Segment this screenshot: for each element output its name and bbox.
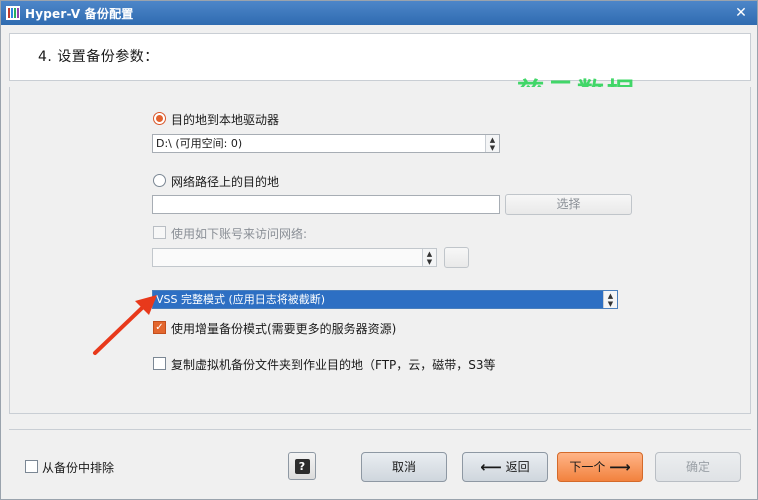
account-browse-button[interactable] (444, 247, 469, 268)
exclude-checkbox[interactable] (25, 460, 38, 473)
cancel-button[interactable]: 取消 (361, 452, 447, 482)
help-icon: ? (294, 459, 310, 474)
exclude-label: 从备份中排除 (42, 461, 115, 475)
footer-divider (9, 429, 751, 430)
local-drive-select[interactable]: D:\ (可用空间: 0) ▲ ▼ (152, 134, 500, 153)
step-title: 4. 设置备份参数： (38, 49, 159, 65)
next-button[interactable]: 下一个 ⟶ (557, 452, 643, 482)
vss-mode-select[interactable]: VSS 完整模式 (应用日志将被截断) ▲ ▼ (152, 290, 618, 309)
arrow-right-icon: ⟶ (609, 458, 631, 476)
select-path-button[interactable]: 选择 (505, 194, 632, 215)
backup-config-window: Hyper-V 备份配置 ✕ 4. 设置备份参数： 慈云数据 目的地到本地驱动器… (0, 0, 758, 500)
account-select[interactable]: ▲ ▼ (152, 248, 437, 267)
use-account-label: 使用如下账号来访问网络: (171, 227, 308, 241)
title-bar[interactable]: Hyper-V 备份配置 ✕ (1, 1, 757, 25)
panel-divider (9, 413, 751, 414)
back-button[interactable]: ⟵ 返回 (462, 452, 548, 482)
help-button[interactable]: ? (288, 452, 316, 480)
ok-button[interactable]: 确定 (655, 452, 741, 482)
local-drive-value: D:\ (可用空间: 0) (156, 137, 243, 150)
network-path-input[interactable] (152, 195, 500, 214)
network-path-radio[interactable] (153, 174, 166, 187)
use-account-checkbox[interactable] (153, 226, 166, 239)
network-path-label: 网络路径上的目的地 (171, 175, 280, 189)
close-icon[interactable]: ✕ (731, 3, 751, 23)
local-drive-radio[interactable] (153, 112, 166, 125)
step-header: 4. 设置备份参数： (9, 33, 751, 81)
spinner-arrows-icon[interactable]: ▲ ▼ (485, 135, 499, 152)
pointer-arrow-icon (93, 295, 157, 355)
hyperv-app-icon (6, 6, 20, 20)
copy-vm-label: 复制虚拟机备份文件夹到作业目的地（FTP，云，磁带，S3等 (171, 358, 496, 372)
incremental-label: 使用增量备份模式(需要更多的服务器资源) (171, 322, 397, 336)
window-title: Hyper-V 备份配置 (25, 7, 134, 21)
vss-mode-value: VSS 完整模式 (应用日志将被截断) (156, 293, 326, 306)
arrow-left-icon: ⟵ (480, 458, 502, 476)
spinner-arrows-icon[interactable]: ▲ ▼ (422, 249, 436, 266)
spinner-arrows-icon[interactable]: ▲ ▼ (603, 291, 617, 308)
next-button-label: 下一个 (569, 460, 606, 474)
back-button-label: 返回 (505, 460, 530, 474)
local-drive-label: 目的地到本地驱动器 (171, 113, 280, 127)
